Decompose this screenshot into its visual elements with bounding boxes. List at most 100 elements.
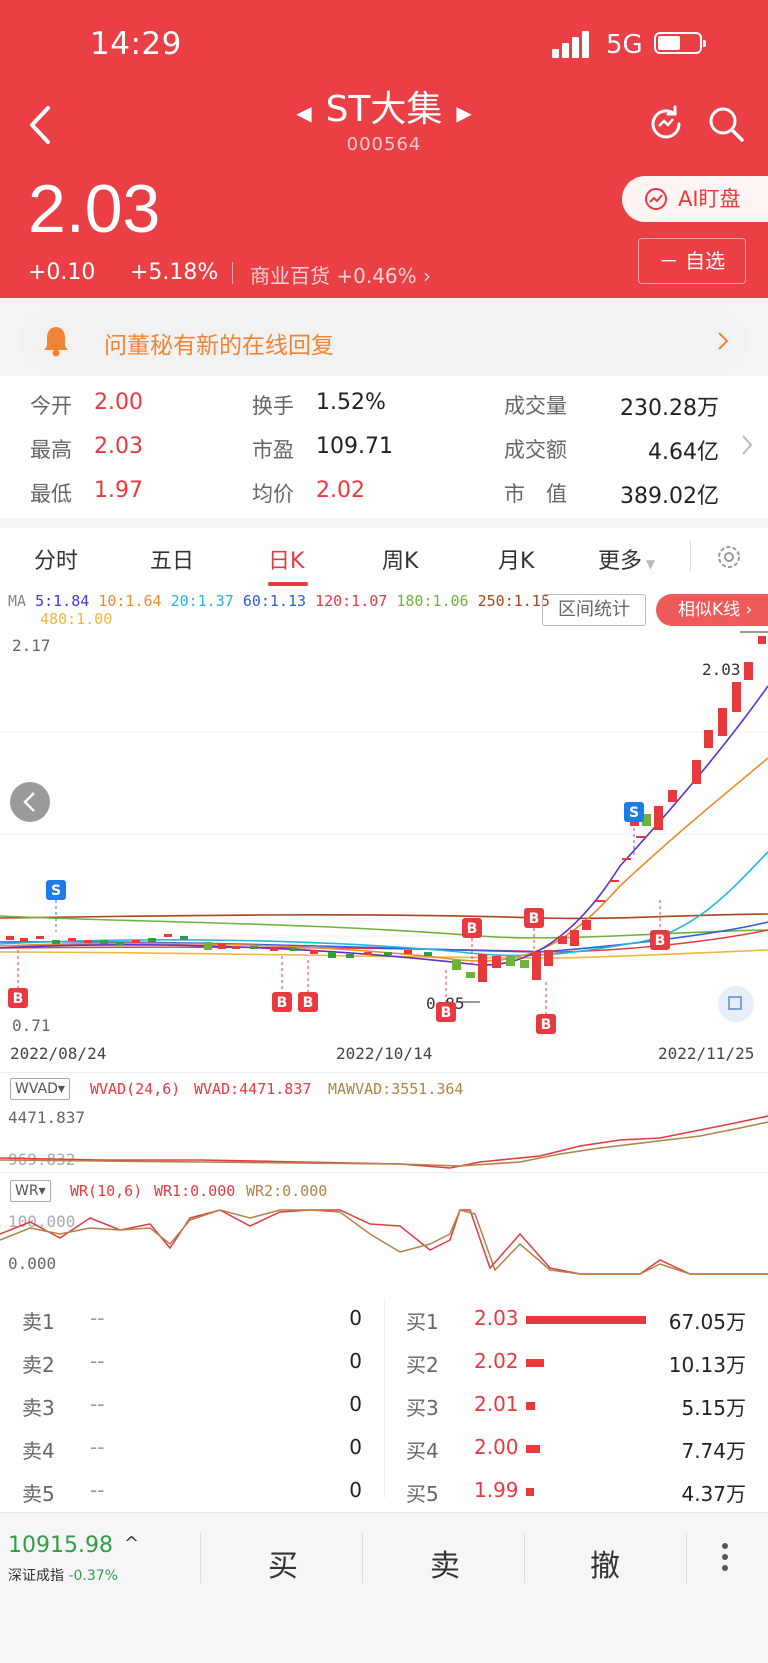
tab-more[interactable]: 更多 ▼ — [598, 543, 655, 575]
svg-text:S: S — [51, 883, 61, 899]
divider — [690, 540, 691, 572]
bid-row-3: 买3 2.01 5.15万 — [406, 1392, 746, 1420]
stat-open: 今开 2.00 — [30, 390, 143, 418]
svg-text:S: S — [629, 805, 639, 821]
bid-row-2: 买2 2.02 10.13万 — [406, 1349, 746, 1377]
sector-name: 商业百货 — [250, 264, 330, 288]
wvad-params: WVAD(24,6) — [90, 1080, 181, 1098]
tab-daily-k[interactable]: 日K — [268, 543, 304, 575]
refresh-icon[interactable] — [646, 104, 686, 144]
bid-depth-bar — [526, 1445, 540, 1453]
tab-more-label: 更多 — [598, 549, 643, 574]
cancel-order-button[interactable]: 撤 — [590, 1541, 620, 1585]
ma-5: 5:1.84 — [35, 592, 90, 610]
tab-monthly-k[interactable]: 月K — [498, 543, 534, 575]
kline-candles: S S B B B B B B B B — [0, 631, 768, 1034]
price-change-pct: +5.18% — [130, 260, 219, 285]
ma-250: 250:1.15 — [477, 592, 550, 610]
wvad-selector[interactable]: WVAD▾ — [10, 1078, 70, 1100]
trade-bar: 10915.98 ^ 深证成指 -0.37% 买 卖 撤 — [0, 1512, 768, 1663]
more-icon[interactable] — [722, 1543, 728, 1571]
sell-button[interactable]: 卖 — [430, 1541, 460, 1585]
svg-text:B: B — [467, 921, 478, 937]
chevron-right-icon — [718, 332, 729, 350]
stat-avg: 均价 2.02 — [252, 478, 365, 506]
svg-text:B: B — [303, 995, 314, 1011]
divider — [686, 1533, 687, 1583]
bid-depth-bar — [526, 1359, 544, 1367]
stock-name: ST大集 — [325, 89, 443, 130]
chart-tabs: 分时 五日 日K 周K 月K 更多 ▼ — [0, 528, 768, 589]
ma-180: 180:1.06 — [396, 592, 469, 610]
divider — [200, 1533, 201, 1583]
date-start: 2022/08/24 — [10, 1044, 107, 1063]
notice-text: 问董秘有新的在线回复 — [104, 333, 334, 359]
chevron-right-icon[interactable] — [740, 432, 754, 458]
next-stock-icon[interactable]: ▶ — [456, 101, 471, 125]
buy-button[interactable]: 买 — [268, 1541, 298, 1585]
network-type: 5G — [606, 30, 643, 60]
remove-watchlist-button[interactable]: － 自选 — [638, 238, 746, 284]
ask-row-3: 卖3 -- 0 — [22, 1392, 362, 1420]
tab-five-day[interactable]: 五日 — [150, 543, 194, 575]
wr-params: WR(10,6) — [70, 1182, 143, 1200]
svg-text:B: B — [13, 991, 24, 1007]
current-price: 2.03 — [28, 171, 161, 247]
ask-row-4: 卖4 -- 0 — [22, 1435, 362, 1463]
ask-row-2: 卖2 -- 0 — [22, 1349, 362, 1377]
chevron-up-icon[interactable]: ^ — [124, 1533, 139, 1554]
ma-legend: MA 5:1.84 10:1.64 20:1.37 60:1.13 120:1.… — [8, 592, 550, 628]
svg-text:B: B — [441, 1005, 452, 1021]
bell-icon — [44, 327, 68, 357]
bid-row-1: 买1 2.03 67.05万 — [406, 1306, 746, 1334]
divider — [362, 1533, 363, 1583]
ai-watch-button[interactable]: AI盯盘 — [622, 176, 768, 222]
divider — [384, 1298, 385, 1498]
ma-10: 10:1.64 — [98, 592, 162, 610]
tab-minute[interactable]: 分时 — [34, 543, 78, 575]
sector-change: +0.46% — [336, 264, 417, 288]
bid-depth-bar — [526, 1316, 646, 1324]
signal-icon — [552, 30, 594, 58]
ask-row-1: 卖1 -- 0 — [22, 1306, 362, 1334]
stock-header: 14:29 5G ◀ ST大集 ▶ 000564 2.03 +0.10 +5.18%… — [0, 0, 768, 298]
stat-amount: 成交额 4.64亿 — [504, 438, 719, 465]
bid-row-4: 买4 2.00 7.74万 — [406, 1435, 746, 1463]
ma5-line — [0, 685, 768, 966]
stat-turnover: 换手 1.52% — [252, 390, 386, 418]
status-time: 14:29 — [90, 26, 182, 62]
mawvad-value: MAWVAD:3551.364 — [328, 1080, 464, 1098]
wvad-chart — [0, 1115, 768, 1169]
search-icon[interactable] — [706, 104, 746, 144]
ma-20: 20:1.37 — [170, 592, 234, 610]
chevron-right-icon: › — [423, 264, 432, 288]
bid-depth-bar — [526, 1402, 535, 1410]
gear-icon[interactable] — [716, 544, 742, 570]
date-mid: 2022/10/14 — [336, 1044, 433, 1063]
ai-chart-icon — [645, 188, 667, 210]
svg-text:B: B — [277, 995, 288, 1011]
svg-text:B: B — [541, 1017, 552, 1033]
svg-text:B: B — [655, 933, 666, 949]
divider — [0, 1172, 768, 1173]
secretary-notice[interactable]: 问董秘有新的在线回复 — [20, 310, 748, 372]
wr-selector[interactable]: WR▾ — [10, 1180, 51, 1202]
prev-stock-icon[interactable]: ◀ — [296, 101, 311, 125]
tab-weekly-k[interactable]: 周K — [382, 543, 418, 575]
price-change: +0.10 — [28, 260, 96, 285]
stat-low: 最低 1.97 — [30, 478, 143, 506]
divider — [232, 262, 233, 284]
bid-depth-bar — [526, 1488, 534, 1496]
wr2-value: WR2:0.000 — [246, 1182, 328, 1200]
index-value[interactable]: 10915.98 — [8, 1533, 113, 1558]
caret-down-icon: ▼ — [642, 557, 656, 571]
ma-480: 480:1.00 — [40, 610, 113, 628]
similar-kline-button[interactable]: 相似K线 › — [656, 594, 768, 626]
stat-volume: 成交量 230.28万 — [504, 394, 719, 421]
range-stats-button[interactable]: 区间统计 — [542, 594, 646, 626]
ai-watch-label: AI盯盘 — [678, 187, 741, 211]
bid-row-5: 买5 1.99 4.37万 — [406, 1478, 746, 1506]
sector-link[interactable]: 商业百货 +0.46% › — [250, 260, 431, 289]
divider — [524, 1533, 525, 1583]
wr1-value: WR1:0.000 — [154, 1182, 236, 1200]
